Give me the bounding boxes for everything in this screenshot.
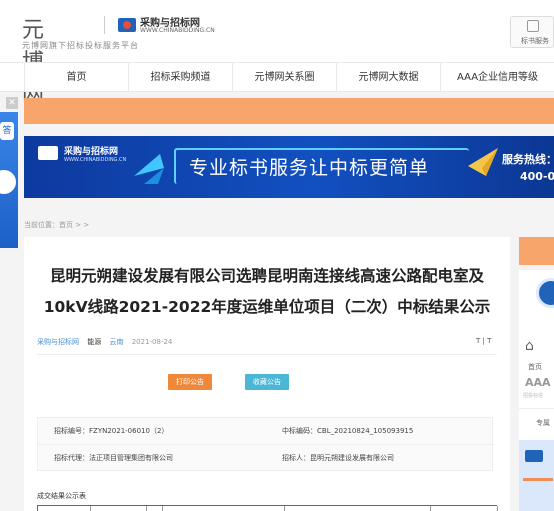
left-ad-char: 答 (0, 122, 14, 140)
info-row: 招标编号：FZYN2021-06010（2） 中标编码：CBL_20210824… (38, 418, 494, 445)
favorite-button[interactable]: 收藏公告 (245, 374, 289, 390)
meta-region[interactable]: 云南 (109, 338, 123, 346)
right-ad-card[interactable] (519, 440, 554, 511)
nav-item-bigdata[interactable]: 元博网大数据 (336, 63, 440, 92)
article-title-line1: 昆明元朔建设发展有限公司选聘昆明南连接线高速公路配电室及 (49, 267, 484, 285)
arrow-decoration-icon (134, 154, 164, 184)
app-logo-icon[interactable] (536, 278, 554, 308)
nav-item-network[interactable]: 元博网关系圈 (232, 63, 336, 92)
main-nav: 首页 招标采购频道 元博网关系圈 元博网大数据 AAA企业信用等级 (0, 62, 554, 92)
right-ad-bar[interactable] (519, 237, 554, 265)
info-row: 招标代理：法正项目管理集团有限公司 招标人：昆明元朔建设发展有限公司 (38, 445, 494, 472)
tenderer: 招标人：昆明元朔建设发展有限公司 (282, 454, 394, 462)
article-title: 昆明元朔建设发展有限公司选聘昆明南连接线高速公路配电室及 10kV线路2021-… (24, 261, 510, 323)
print-button[interactable]: 打印公告 (168, 374, 212, 390)
breadcrumb[interactable]: 当前位置：首页 > > (24, 220, 89, 230)
font-size-toggle[interactable]: T | T (476, 337, 491, 345)
meta-date: 2021-08-24 (131, 338, 173, 346)
win-number: 中标编码：CBL_20210824_105093915 (282, 427, 414, 435)
panel-divider (519, 408, 554, 409)
nav-item-procurement[interactable]: 招标采购频道 (128, 63, 232, 92)
meta-type: 能源 (87, 338, 102, 346)
banner-brand: 采购与招标网 (64, 147, 119, 157)
exclusive-label[interactable]: 专属 (536, 418, 550, 428)
partner-logo[interactable]: 采购与招标网 WWW.CHINABIDDING.CN (118, 14, 215, 34)
home-icon[interactable]: ⌂ (525, 338, 534, 354)
aaa-label[interactable]: AAA (525, 376, 551, 389)
article-meta: 采购与招标网 能源 云南 2021-08-24 (37, 337, 178, 347)
bid-info-box: 招标编号：FZYN2021-06010（2） 中标编码：CBL_20210824… (37, 417, 494, 472)
banner-brand-url: WWW.CHINABIDDING.CN (64, 157, 127, 163)
nav-item-home[interactable]: 首页 (24, 63, 128, 92)
partner-url: WWW.CHINABIDDING.CN (140, 27, 215, 34)
bid-service-button[interactable]: 标书服务 (510, 16, 554, 48)
bid-agent: 招标代理：法正项目管理集团有限公司 (54, 454, 173, 462)
service-banner[interactable]: 采购与招标网 WWW.CHINABIDDING.CN 专业标书服务让中标更简单 … (24, 136, 554, 198)
meta-divider (37, 354, 497, 355)
home-label[interactable]: 首页 (528, 362, 542, 372)
brand-mark-icon (525, 450, 543, 462)
banner-logo-icon (38, 146, 58, 160)
bid-service-label: 标书服务 (521, 37, 549, 45)
left-ad-circle (0, 170, 16, 194)
meta-source[interactable]: 采购与招标网 (37, 338, 79, 346)
logo-divider (104, 16, 105, 34)
logo-subtitle: 元博网旗下招标投标服务平台 (22, 41, 139, 50)
logo-text: 元博网 (22, 18, 46, 107)
hotline-number: 400-00 (520, 170, 554, 183)
nav-item-credit[interactable]: AAA企业信用等级 (440, 63, 554, 92)
article-title-line2: 10kV线路2021-2022年度运维单位项目（二次）中标结果公示 (43, 298, 491, 316)
banner-slogan: 专业标书服务让中标更简单 (189, 157, 430, 179)
bid-number: 招标编号：FZYN2021-06010（2） (54, 427, 169, 435)
paper-plane-icon (468, 148, 498, 176)
ad-stripe (523, 478, 553, 481)
document-icon (527, 20, 539, 32)
close-ad-icon[interactable]: ✕ (6, 97, 18, 109)
top-ad-bar[interactable] (24, 98, 554, 124)
result-table-title: 成交结果公示表 (37, 492, 86, 500)
result-table (37, 505, 498, 511)
left-float-ad[interactable]: 答 (0, 112, 18, 248)
hotline-label: 服务热线： (502, 153, 554, 166)
partner-mark-icon (118, 17, 136, 32)
aaa-sub-label: 招投标信 (523, 393, 544, 399)
right-side-panel: ⌂ 首页 AAA 招投标信 专属 (519, 270, 554, 511)
article-panel: 昆明元朔建设发展有限公司选聘昆明南连接线高速公路配电室及 10kV线路2021-… (24, 237, 510, 511)
site-header: 元博网 元博网旗下招标投标服务平台 采购与招标网 WWW.CHINABIDDIN… (0, 0, 554, 107)
